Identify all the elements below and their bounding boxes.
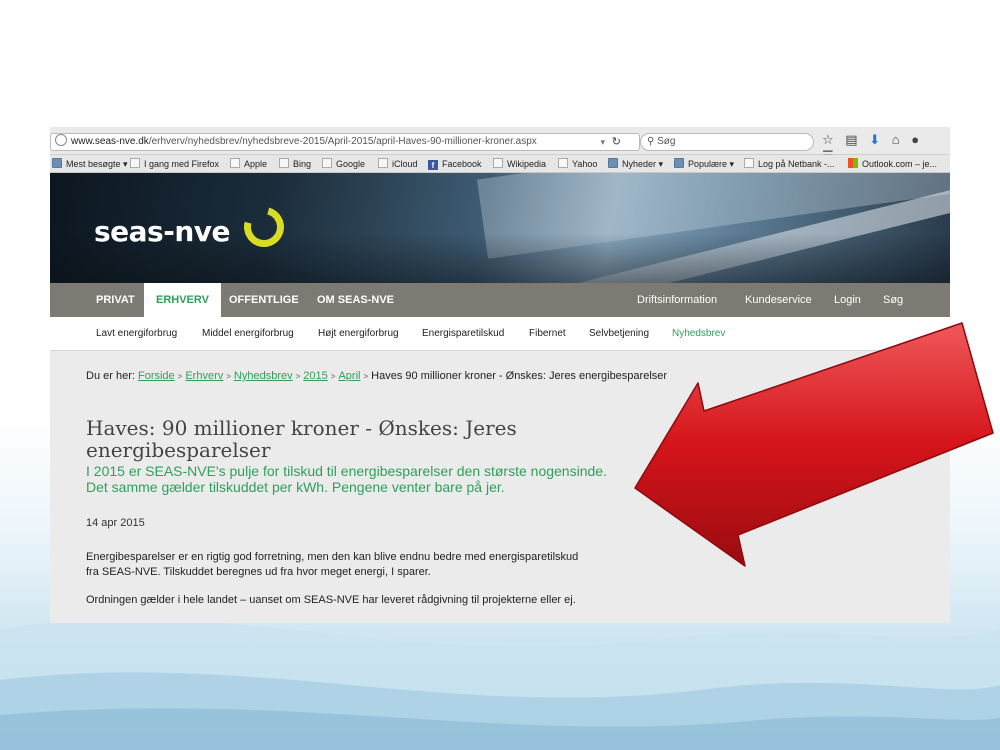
subnav-lavt[interactable]: Lavt energiforbrug [96,317,177,351]
bookmark-label: Populære ▾ [688,159,735,169]
subnav-nyhedsbrev[interactable]: Nyhedsbrev [672,317,725,351]
breadcrumb-separator: > [177,372,183,381]
article-paragraph: Energibesparelser er en rigtig god forre… [86,551,579,578]
page-icon [230,158,240,168]
folder-icon [608,158,618,168]
address-toolbar: www.seas-nve.dk/erhverv/nyhedsbrev/nyhed… [50,127,950,163]
folder-icon [674,158,684,168]
bookmark-apple[interactable]: Apple [230,155,267,173]
bookmark-label: Nyheder ▾ [622,159,664,169]
folder-icon [52,158,62,168]
bookmark-mest-besogte[interactable]: Mest besøgte ▾ [52,155,128,173]
article-lead: I 2015 er SEAS-NVE's pulje for tilskud t… [86,463,607,495]
bookmark-netbank[interactable]: Log på Netbank -... [744,155,835,173]
reading-list-icon[interactable]: ▤ [845,132,857,147]
bookmark-nyheder[interactable]: Nyheder ▾ [608,155,663,173]
bookmark-label: Apple [244,159,268,169]
bookmark-outlook[interactable]: Outlook.com – je... [848,155,937,173]
breadcrumb-current: Haves 90 millioner kroner - Ønskes: Jere… [371,370,668,382]
bookmark-label: Outlook.com – je... [862,159,938,169]
article-paragraph: Ordningen gælder i hele landet – uanset … [86,594,576,606]
breadcrumb-link-forside[interactable]: Forside [138,370,175,382]
subnav-fibernet[interactable]: Fibernet [529,317,566,351]
site-logo[interactable]: seas-nve [94,215,231,248]
url-field[interactable]: www.seas-nve.dk/erhverv/nyhedsbrev/nyhed… [50,133,640,151]
search-icon: ⚲ [647,136,655,147]
site-identity-icon[interactable] [55,134,67,146]
bookmark-bing[interactable]: Bing [279,155,311,173]
subnav-selvbetjening[interactable]: Selvbetjening [589,317,649,351]
nav-erhverv[interactable]: ERHVERV [144,283,221,317]
subnav-hojt[interactable]: Højt energiforbrug [318,317,399,351]
bookmark-wikipedia[interactable]: Wikipedia [493,155,546,173]
sub-nav: Lavt energiforbrug Middel energiforbrug … [50,317,950,351]
article-date: 14 apr 2015 [86,517,145,529]
breadcrumb-link-erhverv[interactable]: Erhverv [185,370,223,382]
breadcrumb-separator: > [363,372,369,381]
home-icon[interactable]: ⌂ [892,132,900,147]
url-dropdown-icon[interactable]: ▾ [600,134,605,150]
bookmark-label: Google [336,159,366,169]
hero-banner: seas-nve [50,173,950,283]
chat-icon[interactable]: ● [911,132,919,147]
download-icon[interactable]: ⬇ [869,132,880,147]
breadcrumb-link-nyhedsbrev[interactable]: Nyhedsbrev [234,370,293,382]
page-icon [322,158,332,168]
bookmark-icloud[interactable]: iCloud [378,155,418,173]
main-nav: PRIVAT ERHVERV OFFENTLIGE OM SEAS-NVE Dr… [50,283,950,317]
page-icon [744,158,754,168]
bookmark-label: Facebook [442,159,482,169]
article-title: Haves: 90 millioner kroner - Ønskes: Jer… [86,416,517,462]
bookmarks-bar: Mest besøgte ▾ I gang med Firefox Apple … [50,155,950,173]
bookmark-google[interactable]: Google [322,155,365,173]
subnav-middel[interactable]: Middel energiforbrug [202,317,294,351]
nav-privat[interactable]: PRIVAT [96,283,135,317]
bookmark-label: Yahoo [572,159,598,169]
bookmark-label: I gang med Firefox [144,159,220,169]
facebook-icon: f [428,160,438,170]
nav-sog[interactable]: Søg [883,283,903,317]
breadcrumb: Du er her: Forside > Erhverv > Nyhedsbrev >20… [86,370,667,382]
page-icon [378,158,388,168]
bookmark-label: Bing [293,159,312,169]
breadcrumb-separator: > [295,372,301,381]
bookmark-facebook[interactable]: f Facebook [428,155,482,173]
breadcrumb-separator: > [226,372,231,381]
nav-login[interactable]: Login [834,283,861,317]
page-icon [558,158,568,168]
nav-om-seas-nve[interactable]: OM SEAS-NVE [317,283,394,317]
page-icon [493,158,503,168]
nav-kundeservice[interactable]: Kundeservice [745,283,812,317]
bookmark-label: Log på Netbank -... [758,159,835,169]
breadcrumb-link-2015[interactable]: 2015 [303,370,327,382]
subnav-energisparetilskud[interactable]: Energisparetilskud [422,317,504,351]
breadcrumb-separator: > [330,372,336,381]
nav-driftsinformation[interactable]: Driftsinformation [637,283,717,317]
bookmark-star-icon[interactable]: ☆ [822,132,834,147]
bookmark-label: iCloud [392,159,418,169]
page-icon [279,158,289,168]
bookmark-yahoo[interactable]: Yahoo [558,155,597,173]
search-field[interactable]: ⚲ Søg [640,133,814,151]
bookmark-label: Wikipedia [507,159,547,169]
bookmark-firefox[interactable]: I gang med Firefox [130,155,219,173]
bookmark-label: Mest besøgte ▾ [66,159,128,169]
page-icon [130,158,140,168]
url-path: /erhverv/nyhedsbrev/nyhedsbreve-2015/Apr… [148,136,537,147]
bookmark-populaere[interactable]: Populære ▾ [674,155,734,173]
reload-icon[interactable]: ↻ [612,134,621,150]
nav-offentlige[interactable]: OFFENTLIGE [229,283,299,317]
outlook-icon [848,158,858,168]
search-placeholder: Søg [657,136,676,147]
breadcrumb-prefix: Du er her: [86,370,135,382]
url-host: www.seas-nve.dk [71,136,149,147]
browser-screenshot: www.seas-nve.dk/erhverv/nyhedsbrev/nyhed… [50,127,950,623]
breadcrumb-link-april[interactable]: April [338,370,360,382]
